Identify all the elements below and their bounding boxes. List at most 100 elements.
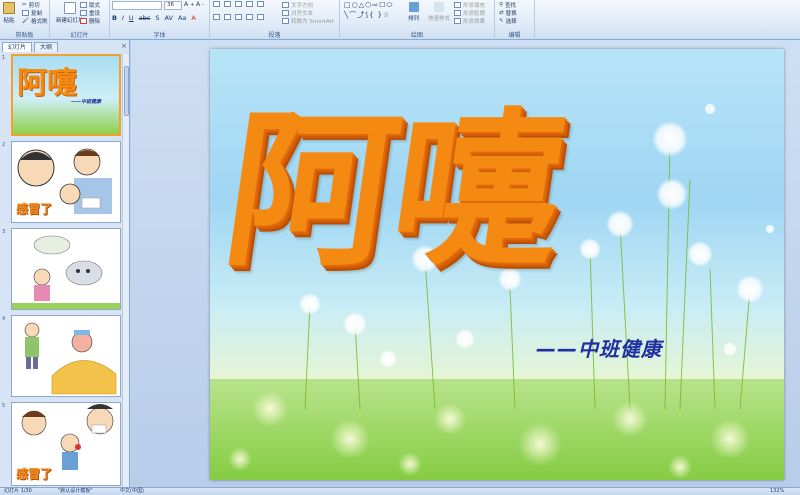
thumb-title: 阿嚏: [17, 66, 77, 101]
shape-effects-button[interactable]: 形状效果: [454, 17, 485, 25]
select-button[interactable]: ↖ 选择: [499, 17, 517, 25]
paste-label: 粘贴: [3, 18, 15, 24]
quick-styles-button[interactable]: 快速样式: [428, 2, 450, 22]
underline-button[interactable]: U: [129, 14, 134, 22]
scissors-icon: ✂: [22, 2, 27, 8]
spacing-button[interactable]: AV: [164, 14, 172, 22]
slide-thumbnail[interactable]: [11, 315, 121, 397]
slide-thumbnail[interactable]: 阿嚏 ——中班健康: [11, 54, 121, 136]
reset-label: 重设: [89, 11, 101, 17]
slides-panel: 幻灯片 大纲 × 1 阿嚏 ——中班健康 2 感冒了 3 4 5 感冒了: [0, 40, 130, 487]
justify-icon[interactable]: [246, 14, 253, 20]
theme-name: "默认设计模板": [58, 488, 93, 494]
grow-font-button[interactable]: A +: [184, 1, 194, 8]
slide-thumbnail[interactable]: 感冒了: [11, 402, 121, 486]
shape-fill-button[interactable]: 形状填充: [454, 1, 485, 9]
increase-indent-icon[interactable]: [246, 1, 253, 7]
panel-scrollbar[interactable]: [122, 54, 129, 487]
quick-styles-icon: [434, 2, 444, 12]
tab-outline[interactable]: 大纲: [34, 42, 59, 52]
scrollbar-thumb[interactable]: [124, 66, 129, 116]
bold-button[interactable]: B: [112, 14, 117, 22]
find-label: 查找: [505, 3, 517, 9]
panel-tabs: 幻灯片 大纲: [2, 42, 59, 52]
bullets-icon[interactable]: [213, 1, 220, 7]
text-direction-label: 文字方向: [291, 3, 314, 9]
slide-subtitle[interactable]: ——中班健康: [536, 333, 662, 362]
italic-button[interactable]: I: [122, 14, 124, 22]
language-indicator: 中文(中国): [120, 488, 144, 494]
shapes-gallery-row2[interactable]: ╲⌒⤴⟆{ }☆: [344, 10, 390, 20]
shape-outline-button[interactable]: 形状轮廓: [454, 9, 485, 17]
shrink-font-button[interactable]: A-: [196, 1, 204, 8]
select-label: 选择: [505, 19, 517, 25]
align-text-label: 对齐文本: [291, 11, 314, 17]
cartoon-illustration: [24, 322, 117, 395]
cut-label: 剪切: [28, 3, 40, 9]
smartart-label: 转换为 SmartArt: [291, 19, 335, 25]
decrease-indent-icon[interactable]: [235, 1, 242, 7]
font-name-combo[interactable]: [112, 1, 162, 10]
columns-icon[interactable]: [257, 14, 264, 20]
replace-label: 替换: [505, 11, 517, 17]
font-color-button[interactable]: A: [191, 14, 195, 22]
font-size-combo[interactable]: 36: [164, 1, 182, 10]
format-painter-label: 格式刷: [30, 19, 48, 25]
slide-thumbnail[interactable]: [11, 228, 121, 310]
slide-number: 5: [2, 403, 6, 409]
shadow-button[interactable]: S: [155, 14, 159, 22]
layout-icon: [80, 2, 87, 8]
clipboard-group-label: 剪贴板: [15, 32, 34, 39]
arrange-button[interactable]: 排列: [408, 2, 419, 22]
align-center-icon[interactable]: [224, 14, 231, 20]
line-spacing-icon[interactable]: [257, 1, 264, 7]
drawing-group: □○△⬡⇨☐⬭ ╲⌒⤴⟆{ }☆ 排列 快速样式 形状填充 形状轮廓 形状效果 …: [340, 0, 495, 40]
thumb-subtitle: ——中班健康: [71, 99, 102, 105]
slide-thumbnail[interactable]: 感冒了: [11, 141, 121, 223]
copy-button[interactable]: 复制: [22, 9, 42, 17]
shape-fill-label: 形状填充: [463, 3, 486, 9]
editing-group-label: 编辑: [508, 32, 521, 39]
reset-button[interactable]: 重设: [80, 9, 100, 17]
copy-label: 复制: [31, 11, 43, 17]
slide-number: 4: [2, 316, 6, 322]
align-text-button[interactable]: 对齐文本: [282, 9, 313, 17]
slide-editor: 阿嚏 ——中班健康: [131, 40, 800, 487]
ribbon: 粘贴 ✂ 剪切 复制 🖌 格式刷 剪贴板 新建幻灯片 版式 重设 删除 幻灯片 36…: [0, 0, 800, 40]
align-right-icon[interactable]: [235, 14, 242, 20]
replace-button[interactable]: ⇄ 替换: [499, 9, 517, 17]
format-painter-button[interactable]: 🖌 格式刷: [22, 17, 48, 25]
shape-outline-label: 形状轮廓: [463, 11, 486, 17]
drawing-group-label: 绘图: [410, 32, 423, 39]
tab-slides[interactable]: 幻灯片: [2, 42, 33, 52]
shape-effects-label: 形状效果: [463, 19, 486, 25]
align-text-icon: [282, 10, 289, 16]
smartart-button[interactable]: 转换为 SmartArt: [282, 17, 334, 25]
delete-button[interactable]: 删除: [80, 17, 100, 25]
zoom-level[interactable]: 132%: [770, 488, 784, 495]
binoculars-icon: ⚲: [499, 2, 504, 8]
thumb-caption: 感冒了: [16, 467, 53, 481]
case-button[interactable]: Aa: [178, 14, 186, 22]
slide-title[interactable]: 阿嚏: [213, 55, 579, 298]
strike-button[interactable]: abc: [139, 14, 151, 22]
slide-canvas[interactable]: 阿嚏 ——中班健康: [210, 49, 784, 480]
slides-group: 新建幻灯片 版式 重设 删除 幻灯片: [50, 0, 110, 40]
slides-group-label: 幻灯片: [70, 32, 89, 39]
slide-counter: 幻灯片 1/30: [4, 488, 32, 494]
text-direction-button[interactable]: 文字方向: [282, 1, 313, 9]
delete-icon: [80, 18, 87, 24]
smartart-icon: [282, 18, 289, 24]
paragraph-group-label: 段落: [268, 32, 281, 39]
cut-button[interactable]: ✂ 剪切: [22, 1, 40, 9]
find-button[interactable]: ⚲ 查找: [499, 1, 516, 9]
close-icon[interactable]: ×: [121, 42, 127, 50]
layout-button[interactable]: 版式: [80, 1, 100, 9]
arrange-label: 排列: [408, 16, 420, 22]
arrange-icon: [408, 2, 419, 12]
copy-icon: [22, 10, 29, 16]
align-left-icon[interactable]: [213, 14, 220, 20]
shapes-gallery[interactable]: □○△⬡⇨☐⬭: [344, 1, 393, 10]
numbering-icon[interactable]: [224, 1, 231, 7]
paste-button[interactable]: 粘贴: [3, 2, 15, 24]
